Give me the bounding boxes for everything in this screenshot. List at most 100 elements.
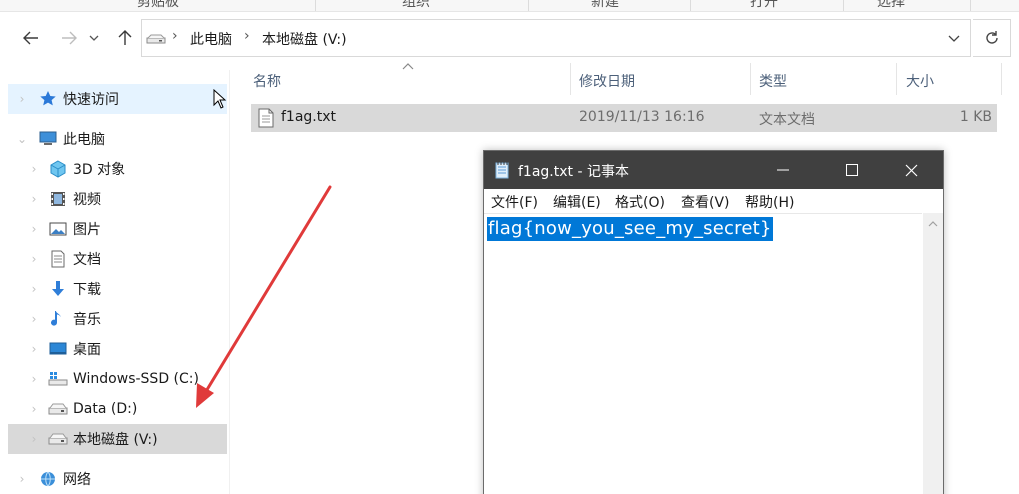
sidebar-item-music[interactable]: › 音乐 [8, 304, 227, 334]
chevron-right-icon[interactable]: › [16, 472, 28, 486]
maximize-icon [846, 164, 858, 176]
menu-file[interactable]: 文件(F) [491, 192, 538, 212]
sidebar-item-documents[interactable]: › 文档 [8, 244, 227, 274]
file-type: 文本文档 [759, 112, 815, 128]
sidebar-item-drive-d[interactable]: › Data (D:) [8, 394, 227, 424]
minimize-icon [777, 169, 789, 171]
chevron-right-icon[interactable]: › [28, 192, 40, 206]
sidebar-item-drive-c[interactable]: › Windows-SSD (C:) [8, 364, 227, 394]
drive-icon [48, 399, 68, 419]
text-file-icon [258, 108, 274, 132]
chevron-right-icon[interactable]: › [28, 372, 40, 386]
video-icon [48, 189, 68, 209]
close-icon [905, 164, 917, 176]
chevron-right-icon[interactable]: › [28, 222, 40, 236]
file-list-header: 名称 修改日期 类型 大小 [240, 63, 1019, 97]
ribbon-separator [690, 0, 691, 11]
vertical-scrollbar[interactable] [923, 213, 943, 494]
table-row[interactable]: f1ag.txt 2019/11/13 16:16 文本文档 1 KB [251, 104, 997, 132]
cube-3d-icon [48, 159, 68, 179]
up-arrow-icon [118, 30, 132, 45]
drive-icon [48, 429, 68, 449]
sort-ascending-icon [402, 63, 414, 70]
sidebar-item-3d-objects[interactable]: › 3D 对象 [8, 154, 227, 184]
refresh-icon [985, 31, 998, 44]
back-button[interactable] [18, 25, 44, 51]
drive-icon [146, 34, 166, 44]
sidebar-item-label: 本地磁盘 (V:) [73, 432, 158, 448]
notepad-app-icon [494, 161, 510, 183]
menu-help[interactable]: 帮助(H) [745, 192, 794, 212]
forward-button[interactable] [56, 25, 82, 51]
sidebar-item-pictures[interactable]: › 图片 [8, 214, 227, 244]
chevron-right-icon[interactable]: › [28, 402, 40, 416]
chevron-down-icon[interactable]: ⌄ [16, 132, 28, 146]
address-dropdown-icon[interactable] [948, 35, 960, 42]
sidebar-item-label: 视频 [73, 192, 101, 208]
sidebar-item-label: 此电脑 [63, 132, 105, 148]
sidebar-item-label: 下载 [73, 282, 101, 298]
sidebar-item-this-pc[interactable]: ⌄ 此电脑 [8, 124, 227, 154]
sidebar-item-videos[interactable]: › 视频 [8, 184, 227, 214]
ribbon-separator [970, 0, 971, 11]
breadcrumb-separator: › [244, 28, 250, 44]
menu-view[interactable]: 查看(V) [681, 192, 730, 212]
sidebar-item-quick-access[interactable]: › 快速访问 [8, 84, 227, 114]
desktop-icon [48, 339, 68, 359]
ribbon-separator [315, 0, 316, 11]
sidebar-item-downloads[interactable]: › 下载 [8, 274, 227, 304]
column-header-date-modified[interactable]: 修改日期 [579, 71, 635, 91]
chevron-right-icon[interactable]: › [28, 252, 40, 266]
ribbon-group-open: 打开 [750, 0, 778, 10]
close-button[interactable] [888, 151, 934, 189]
address-bar[interactable]: › 此电脑 › 本地磁盘 (V:) [141, 19, 971, 57]
menu-edit[interactable]: 编辑(E) [553, 192, 601, 212]
refresh-button[interactable] [973, 19, 1011, 57]
chevron-right-icon[interactable]: › [28, 162, 40, 176]
column-header-type[interactable]: 类型 [759, 71, 787, 91]
minimize-button[interactable] [760, 151, 806, 189]
menu-format[interactable]: 格式(O) [615, 192, 665, 212]
document-icon [48, 249, 68, 269]
notepad-window: f1ag.txt - 记事本 文件(F) 编辑(E) 格式(O) 查看(V) 帮… [483, 150, 944, 494]
notepad-text-area[interactable]: flag{now_you_see_my_secret} [484, 213, 922, 494]
chevron-right-icon[interactable]: › [16, 92, 28, 106]
breadcrumb-separator: › [172, 28, 178, 44]
column-separator[interactable] [570, 63, 571, 95]
breadcrumb-local-disk-v[interactable]: 本地磁盘 (V:) [262, 29, 347, 49]
column-separator[interactable] [750, 63, 751, 95]
sidebar-item-label: 快速访问 [63, 92, 119, 108]
chevron-right-icon[interactable]: › [28, 282, 40, 296]
computer-icon [38, 129, 58, 149]
navigation-pane: › 快速访问 ⌄ 此电脑 › 3D 对象 › 视频 › 图片 › 文档 › 下载… [8, 70, 230, 494]
column-header-size[interactable]: 大小 [906, 71, 934, 91]
ribbon-group-clipboard: 剪贴板 [137, 0, 179, 10]
selected-text[interactable]: flag{now_you_see_my_secret} [487, 217, 773, 241]
column-header-name[interactable]: 名称 [253, 71, 281, 91]
notepad-titlebar[interactable]: f1ag.txt - 记事本 [484, 151, 943, 189]
file-explorer-window: 剪贴板 组织 新建 打开 选择 › 此电脑 › 本地磁盘 (V:) › 快速访问… [0, 0, 1019, 494]
chevron-right-icon[interactable]: › [28, 432, 40, 446]
recent-locations-button[interactable] [86, 25, 102, 51]
sidebar-item-network[interactable]: › 网络 [8, 464, 227, 494]
column-separator[interactable] [896, 63, 897, 95]
column-separator[interactable] [1001, 63, 1002, 95]
chevron-down-icon [89, 35, 99, 41]
sidebar-item-desktop[interactable]: › 桌面 [8, 334, 227, 364]
breadcrumb-this-pc[interactable]: 此电脑 [190, 29, 232, 49]
up-button[interactable] [112, 25, 138, 51]
chevron-right-icon[interactable]: › [28, 342, 40, 356]
network-icon [38, 469, 58, 489]
scroll-up-icon[interactable] [928, 221, 938, 227]
sidebar-item-label: Data (D:) [73, 401, 138, 417]
chevron-right-icon[interactable]: › [28, 312, 40, 326]
notepad-menubar: 文件(F) 编辑(E) 格式(O) 查看(V) 帮助(H) [484, 189, 943, 213]
forward-arrow-icon [62, 31, 77, 45]
sidebar-item-label: 桌面 [73, 342, 101, 358]
sidebar-item-label: 网络 [63, 472, 91, 488]
music-note-icon [48, 309, 68, 329]
file-size: 1 KB [959, 109, 992, 125]
maximize-button[interactable] [829, 151, 875, 189]
sidebar-item-drive-v[interactable]: › 本地磁盘 (V:) [8, 424, 227, 454]
ribbon-group-organize: 组织 [402, 0, 430, 10]
